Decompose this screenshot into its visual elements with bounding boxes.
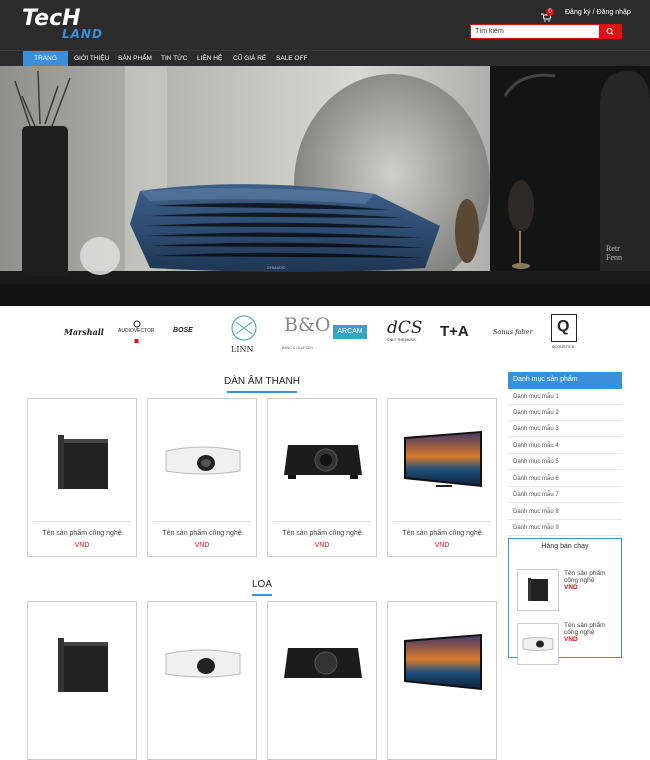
hero-book-text-2: Fenn: [606, 253, 622, 262]
search-input[interactable]: [471, 25, 599, 38]
product-card[interactable]: [387, 601, 497, 760]
brand-linn[interactable]: LINN: [227, 314, 261, 356]
projector-black-product-image: [284, 648, 362, 678]
search-button[interactable]: [599, 25, 621, 38]
bestseller-thumb[interactable]: [517, 569, 559, 611]
audiovector-text: AUDIOVECTOR: [118, 328, 155, 334]
site-logo[interactable]: TecH LAND: [22, 6, 112, 42]
brand-ta[interactable]: T+A: [440, 323, 469, 340]
product-card[interactable]: Tên sản phẩm công nghệ VND: [27, 398, 137, 557]
speaker-product-image: [58, 638, 108, 692]
product-name[interactable]: Tên sản phẩm công nghệ: [268, 530, 376, 537]
nav-item-cheap[interactable]: Cũ giá rẻ: [229, 51, 270, 67]
projector-black-product-image: [284, 445, 362, 479]
product-name[interactable]: Tên sản phẩm công nghệ: [28, 530, 136, 537]
card-divider: [33, 521, 131, 522]
product-card[interactable]: [27, 601, 137, 760]
card-divider: [153, 521, 251, 522]
bestseller-price: VND: [564, 636, 578, 643]
product-card[interactable]: [147, 601, 257, 760]
brand-marshall[interactable]: Marshall: [64, 327, 104, 337]
tv-product-image: [404, 431, 482, 487]
nav-item-news[interactable]: Tin tức: [157, 51, 191, 67]
sidebar-item-category[interactable]: Danh mục mẫu 9: [508, 520, 622, 536]
brand-bang-olufsen[interactable]: B&O BANG & OLUFSEN: [282, 314, 330, 358]
dcs-text: dCS: [387, 318, 423, 338]
brand-arcam[interactable]: ARCAM: [333, 325, 367, 339]
nav-item-products[interactable]: Sản phẩm: [114, 51, 156, 67]
search-icon: [606, 27, 614, 35]
sidebar-title: Danh mục sản phẩm: [508, 372, 622, 389]
card-divider: [273, 521, 371, 522]
nav-item-about[interactable]: Giới thiệu: [70, 51, 113, 67]
brand-logos: Marshall AUDIOVECTOR BOSE LINN B&O BANG …: [0, 306, 650, 362]
linn-logo-icon: [231, 315, 257, 341]
hero-book-text-1: Retr: [606, 244, 620, 253]
product-price: VND: [74, 542, 90, 549]
product-price: VND: [434, 542, 450, 549]
logo-text-bottom: LAND: [62, 27, 103, 41]
cart-icon[interactable]: 0: [541, 8, 554, 22]
product-price: VND: [314, 542, 330, 549]
dcs-sub-text: ONLY THE MUSIC: [387, 338, 417, 342]
section-title-1-text: Dàn âm thanh: [224, 376, 300, 387]
sidebar-item-category[interactable]: Danh mục mẫu 7: [508, 487, 622, 503]
cart-count-badge: 0: [546, 8, 554, 16]
bo-sub-text: BANG & OLUFSEN: [282, 346, 313, 350]
sidebar-item-category[interactable]: Danh mục mẫu 5: [508, 454, 622, 470]
projector-thumb-image: [522, 637, 554, 651]
speaker-product-image: [58, 435, 108, 489]
product-card[interactable]: Tên sản phẩm công nghệ VND: [147, 398, 257, 557]
bestsellers-box: Hàng bán chạy Tên sản phẩm công nghệ VND…: [508, 538, 622, 665]
speaker-thumb-image: [528, 578, 548, 601]
sidebar-item-category[interactable]: Danh mục mẫu 6: [508, 471, 622, 487]
brand-q-acoustics[interactable]: Q ACOUSTICS: [549, 314, 579, 358]
projector-white-product-image: [165, 446, 241, 475]
main-nav: Trang chủ Giới thiệu Sản phẩm Tin tức Li…: [0, 50, 650, 77]
bestseller-name[interactable]: Tên sản phẩm công nghệ: [564, 622, 620, 636]
sidebar-item-category[interactable]: Danh mục mẫu 3: [508, 421, 622, 437]
hero-banner[interactable]: DYNAUDIO Retr Fenn: [0, 66, 650, 306]
bestseller-price: VND: [564, 584, 578, 591]
nav-item-sale[interactable]: Sale off: [272, 51, 311, 67]
sidebar-item-category[interactable]: Danh mục mẫu 1: [508, 389, 622, 405]
tv-product-image: [404, 634, 482, 690]
brand-audiovector[interactable]: AUDIOVECTOR: [117, 320, 157, 348]
hero-image: DYNAUDIO Retr Fenn: [0, 66, 650, 306]
audiovector-logo-icon: [133, 320, 141, 343]
section-underline: [252, 594, 272, 596]
brand-sonus-faber[interactable]: Sonus faber: [493, 328, 533, 336]
product-card[interactable]: [267, 601, 377, 760]
bo-text: B&O: [284, 314, 331, 336]
product-name[interactable]: Tên sản phẩm công nghệ: [148, 530, 256, 537]
linn-text: LINN: [231, 345, 254, 354]
bestseller-thumb[interactable]: [517, 623, 559, 665]
sidebar-item-category[interactable]: Danh mục mẫu 2: [508, 405, 622, 421]
product-card[interactable]: Tên sản phẩm công nghệ VND: [387, 398, 497, 557]
sidebar-item-category[interactable]: Danh mục mẫu 4: [508, 438, 622, 454]
product-price: VND: [194, 542, 210, 549]
bestsellers-title: Hàng bán chạy: [541, 543, 589, 550]
auth-link[interactable]: Đăng ký / Đăng nhập: [565, 9, 631, 16]
projector-white-product-image: [165, 649, 241, 678]
bestseller-name[interactable]: Tên sản phẩm công nghệ: [564, 570, 620, 584]
section-underline: [227, 391, 297, 393]
header-bar: TecH LAND 0 Đăng ký / Đăng nhập: [0, 0, 650, 50]
nav-item-home[interactable]: Trang chủ: [23, 51, 68, 77]
product-card[interactable]: Tên sản phẩm công nghệ VND: [267, 398, 377, 557]
brand-dcs[interactable]: dCS ONLY THE MUSIC: [385, 318, 425, 352]
hero-speaker-text: DYNAUDIO: [267, 266, 286, 270]
card-divider: [393, 521, 491, 522]
q-text: Q: [557, 318, 570, 335]
nav-item-contact[interactable]: Liên hệ: [193, 51, 226, 67]
sidebar-item-category[interactable]: Danh mục mẫu 8: [508, 504, 622, 520]
section-title-1: Dàn âm thanh: [212, 376, 312, 393]
search-box: [470, 24, 622, 39]
product-name[interactable]: Tên sản phẩm công nghệ: [388, 530, 496, 537]
section-title-2-text: Loa: [251, 579, 272, 590]
q-sub-text: ACOUSTICS: [552, 345, 575, 349]
brand-bose[interactable]: BOSE: [173, 327, 193, 334]
section-title-2: Loa: [212, 579, 312, 596]
